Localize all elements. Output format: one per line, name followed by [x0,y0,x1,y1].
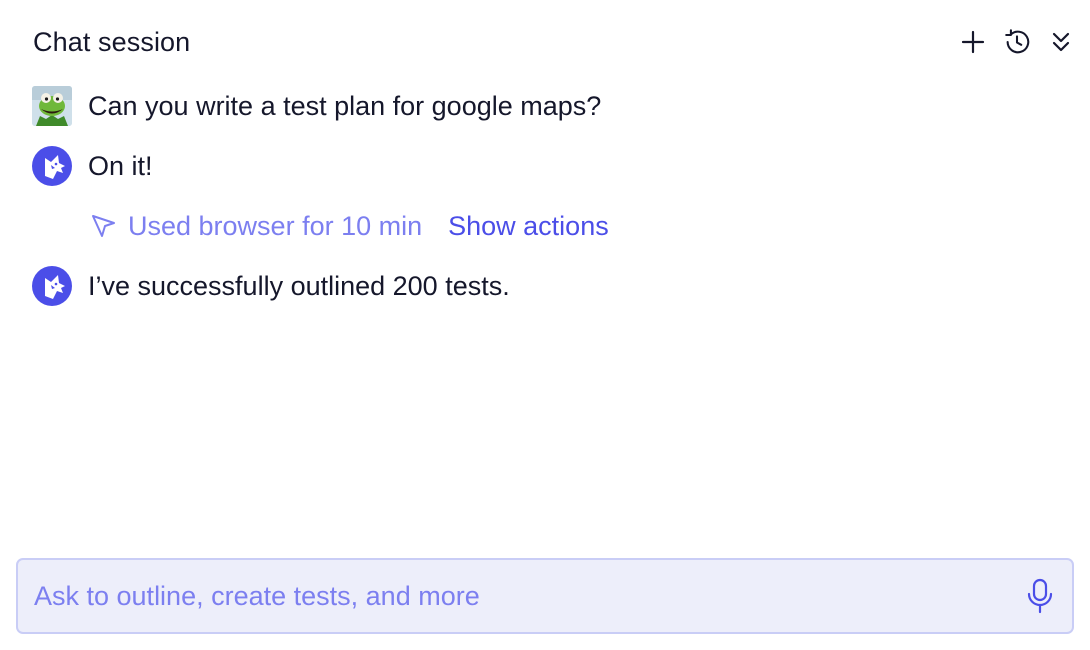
assistant-message: I’ve successfully outlined 200 tests. [32,266,510,306]
wolf-logo-icon [45,155,65,179]
history-icon [1005,29,1030,54]
message-text: Can you write a test plan for google map… [88,90,602,121]
wolf-logo-icon [45,275,65,299]
message-text: On it! [88,150,153,181]
plus-icon [961,30,985,54]
assistant-avatar [32,266,72,306]
message-text: I’ve successfully outlined 200 tests. [88,270,510,301]
user-message: Can you write a test plan for google map… [32,86,601,126]
kermit-avatar [32,86,72,126]
chat-header: Chat session [33,22,1076,62]
microphone-icon [1027,578,1053,614]
chat-panel: Chat session Can you write a test plan f… [0,0,1090,650]
cursor-pointer-icon [92,215,115,237]
voice-input-button[interactable] [1022,576,1058,616]
browser-usage-text: Used browser for 10 min [128,210,423,241]
tool-activity-row: Used browser for 10 min Show actions [90,208,609,244]
assistant-avatar [32,146,72,186]
chat-input[interactable] [34,580,1022,612]
assistant-message: On it! [32,146,153,186]
show-actions-link[interactable]: Show actions [448,211,609,242]
chat-composer [16,558,1074,634]
chevrons-down-icon [1052,32,1070,52]
chat-title: Chat session [33,26,191,57]
collapse-button[interactable] [1046,27,1076,57]
new-chat-button[interactable] [958,27,988,57]
chat-history-button[interactable] [1002,27,1032,57]
header-actions [958,27,1076,57]
